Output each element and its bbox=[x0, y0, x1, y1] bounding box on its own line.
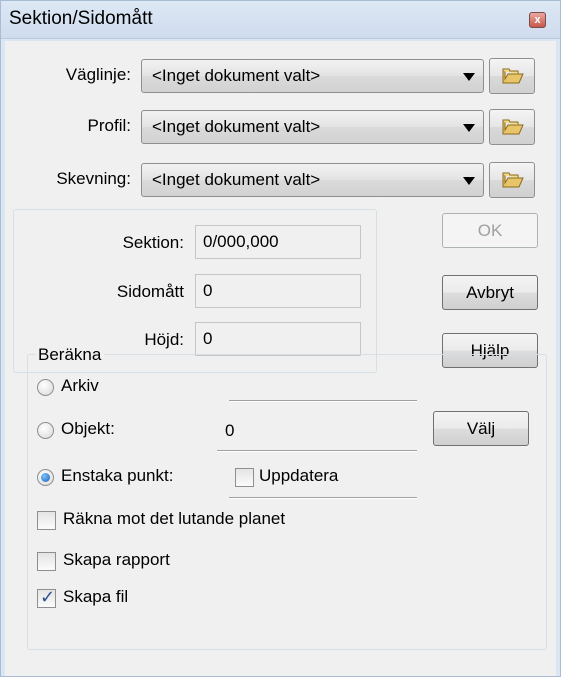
superelevation-label: Skevning: bbox=[56, 169, 131, 188]
inclined-plane-label: Räkna mot det lutande planet bbox=[63, 509, 286, 528]
choose-button[interactable]: Välj bbox=[433, 411, 529, 446]
folder-icon bbox=[502, 172, 524, 188]
single-point-label: Enstaka punkt: bbox=[61, 466, 174, 485]
superelevation-value: <Inget dokument valt> bbox=[152, 170, 321, 189]
create-report-label: Skapa rapport bbox=[63, 550, 170, 569]
window-title: Sektion/Sidomått bbox=[9, 8, 153, 29]
cancel-button[interactable]: Avbryt bbox=[442, 275, 538, 310]
road-line-combo[interactable]: <Inget dokument valt> bbox=[141, 59, 484, 93]
archive-label: Arkiv bbox=[61, 376, 99, 395]
single-point-radio[interactable] bbox=[37, 469, 54, 486]
superelevation-combo[interactable]: <Inget dokument valt> bbox=[141, 163, 484, 197]
offset-value: 0 bbox=[203, 281, 213, 300]
object-field-underline bbox=[217, 450, 417, 452]
object-radio[interactable] bbox=[37, 422, 54, 439]
section-label: Sektion: bbox=[122, 233, 184, 252]
single-point-underline bbox=[229, 497, 417, 499]
create-file-checkbox[interactable] bbox=[37, 587, 56, 608]
object-value: 0 bbox=[225, 421, 235, 440]
profile-value: <Inget dokument valt> bbox=[152, 117, 321, 136]
title-bar: Sektion/Sidomått x bbox=[1, 1, 560, 39]
folder-icon bbox=[502, 68, 524, 84]
object-label: Objekt: bbox=[61, 419, 115, 438]
profile-label: Profil: bbox=[87, 116, 131, 135]
height-field: 0 bbox=[195, 322, 361, 356]
create-file-label: Skapa fil bbox=[63, 587, 129, 606]
archive-field[interactable] bbox=[229, 400, 417, 402]
profile-combo[interactable]: <Inget dokument valt> bbox=[141, 110, 484, 144]
chevron-down-icon bbox=[463, 124, 475, 132]
road-line-label: Väglinje: bbox=[65, 65, 131, 84]
dialog-window: Sektion/Sidomått x Väglinje: <Inget doku… bbox=[0, 0, 561, 677]
offset-field: 0 bbox=[195, 274, 361, 308]
folder-icon bbox=[502, 119, 524, 135]
ok-button[interactable]: OK bbox=[442, 213, 538, 248]
update-label: Uppdatera bbox=[259, 466, 339, 485]
offset-label: Sidomått bbox=[116, 282, 184, 301]
road-line-value: <Inget dokument valt> bbox=[152, 66, 321, 85]
profile-folder-button[interactable] bbox=[489, 109, 535, 145]
dialog-content: Väglinje: <Inget dokument valt> Profil: … bbox=[5, 41, 556, 676]
close-icon[interactable]: x bbox=[529, 12, 546, 28]
inclined-plane-checkbox[interactable] bbox=[37, 511, 56, 530]
height-value: 0 bbox=[203, 329, 213, 348]
section-field: 0/000,000 bbox=[195, 225, 361, 259]
calculate-title: Beräkna bbox=[35, 345, 105, 365]
chevron-down-icon bbox=[463, 73, 475, 81]
chevron-down-icon bbox=[463, 177, 475, 185]
superelevation-folder-button[interactable] bbox=[489, 162, 535, 198]
section-value: 0/000,000 bbox=[203, 232, 279, 251]
archive-radio[interactable] bbox=[37, 379, 54, 396]
create-report-checkbox[interactable] bbox=[37, 552, 56, 571]
update-checkbox[interactable] bbox=[235, 468, 254, 487]
road-line-folder-button[interactable] bbox=[489, 58, 535, 94]
